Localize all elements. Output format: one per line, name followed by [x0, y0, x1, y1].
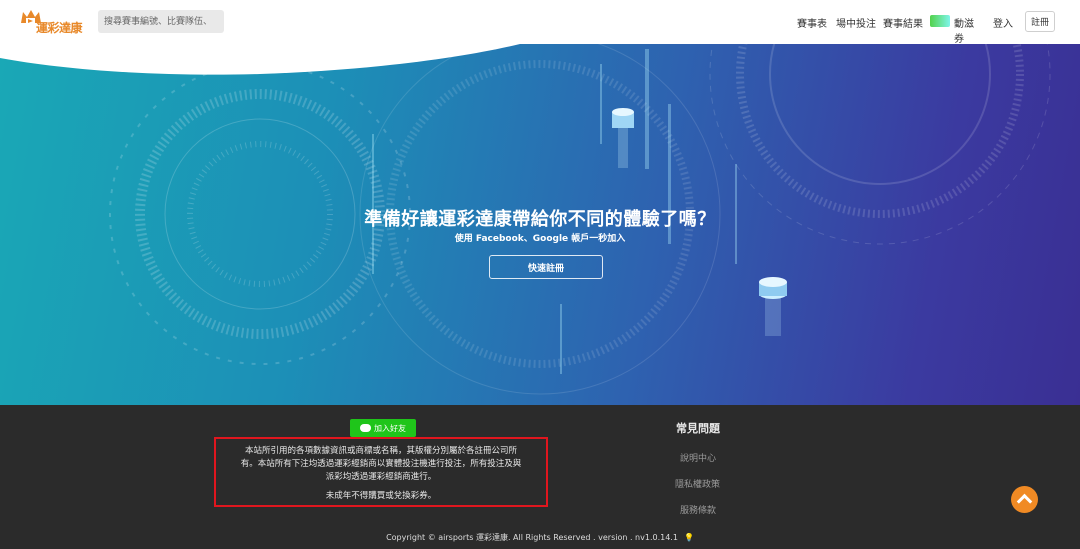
search-input[interactable]: [98, 10, 224, 33]
faq-link-privacy[interactable]: 隱私權政策: [675, 477, 720, 490]
logo-text: 運彩達康: [36, 21, 83, 35]
disclaimer-line: 有。本站所有下注均透過運彩經銷商以實體投注機進行投注，所有投注及與: [240, 459, 522, 469]
quick-register-button[interactable]: 快速註冊: [489, 255, 603, 279]
back-to-top-button[interactable]: [1011, 486, 1038, 513]
nav-schedule[interactable]: 賽事表: [797, 15, 827, 30]
register-button[interactable]: 註冊: [1025, 11, 1055, 32]
hero-title: 準備好讓運彩達康帶給你不同的體驗了嗎？: [364, 209, 716, 230]
legal-disclaimer: 本站所引用的各項數據資訊或商標或名稱，其版權分別屬於各註冊公司所 有。本站所有下…: [214, 437, 548, 507]
nav-promo[interactable]: 動滋券: [930, 14, 982, 45]
hero-subtitle: 使用 Facebook、Google 帳戶一秒加入: [454, 234, 626, 244]
top-header: 運彩達康 賽事表 場中投注 賽事結果 動滋券 登入 註冊: [0, 0, 1080, 45]
age-warning: 未成年不得購買或兌換彩券。: [325, 491, 437, 501]
hero-banner: 準備好讓運彩達康帶給你不同的體驗了嗎？ 使用 Facebook、Google 帳…: [0, 44, 1080, 405]
line-add-friend-button[interactable]: 加入好友: [350, 419, 416, 437]
nav-promo-label: 動滋券: [954, 19, 974, 45]
nav-results[interactable]: 賽事結果: [883, 15, 923, 30]
promo-badge-icon: [930, 15, 950, 27]
copyright-text: Copyright © airsports 運彩達康. All Rights R…: [0, 532, 1080, 543]
login-link[interactable]: 登入: [993, 15, 1013, 30]
chevron-up-icon: [1016, 493, 1033, 510]
faq-heading: 常見問題: [676, 422, 720, 435]
site-logo[interactable]: 運彩達康: [20, 9, 90, 35]
line-button-label: 加入好友: [374, 423, 406, 433]
line-icon: [360, 424, 371, 432]
disclaimer-line: 派彩均透過運彩經銷商進行。: [325, 472, 437, 482]
nav-live-betting[interactable]: 場中投注: [836, 15, 876, 30]
faq-link-help-center[interactable]: 說明中心: [680, 451, 716, 464]
bulb-icon[interactable]: 💡: [684, 533, 694, 542]
copyright-label: Copyright © airsports 運彩達康. All Rights R…: [386, 533, 678, 542]
disclaimer-line: 本站所引用的各項數據資訊或商標或名稱，其版權分別屬於各註冊公司所: [244, 446, 517, 456]
site-footer: 加入好友 本站所引用的各項數據資訊或商標或名稱，其版權分別屬於各註冊公司所 有。…: [0, 405, 1080, 549]
faq-link-terms[interactable]: 服務條款: [680, 503, 716, 516]
